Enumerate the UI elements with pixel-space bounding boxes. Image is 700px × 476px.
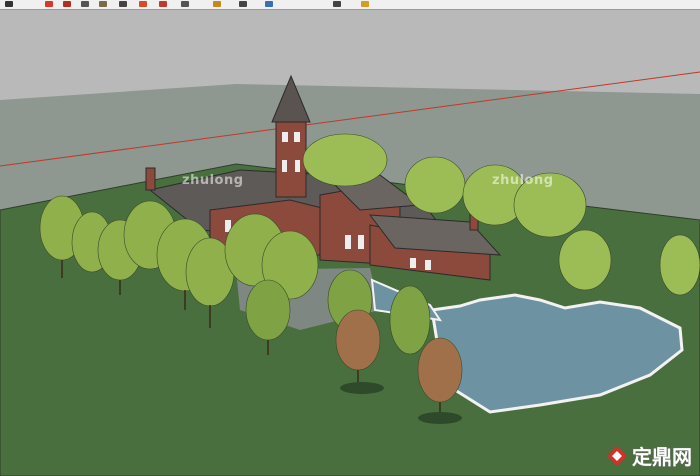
line-icon[interactable] [78,0,92,8]
pencil-icon[interactable] [60,0,74,8]
zoom-extents-icon[interactable] [358,0,372,8]
push-pull-icon[interactable] [136,0,150,8]
select-arrow-icon[interactable] [2,0,16,8]
rotate-icon[interactable] [178,0,192,8]
tape-measure-icon[interactable] [236,0,250,8]
toolbar [0,0,700,10]
orbit-icon[interactable] [262,0,276,8]
paint-bucket-icon[interactable] [210,0,224,8]
arc-icon[interactable] [116,0,130,8]
model-viewport[interactable]: zhulong zhulong [0,10,700,476]
brand-text: 定鼎网 [632,445,692,469]
eraser-icon[interactable] [42,0,56,8]
diamond-logo-icon [607,445,627,466]
tree-shadow [418,412,462,424]
watermark-left: zhulong [182,173,244,188]
move-icon[interactable] [156,0,170,8]
tree-shadow [340,382,384,394]
zoom-icon[interactable] [330,0,344,8]
scene-canvas[interactable] [0,10,700,476]
watermark-right: zhulong [492,173,554,188]
rectangle-icon[interactable] [96,0,110,8]
brand-logo: 定鼎网 [606,441,692,470]
